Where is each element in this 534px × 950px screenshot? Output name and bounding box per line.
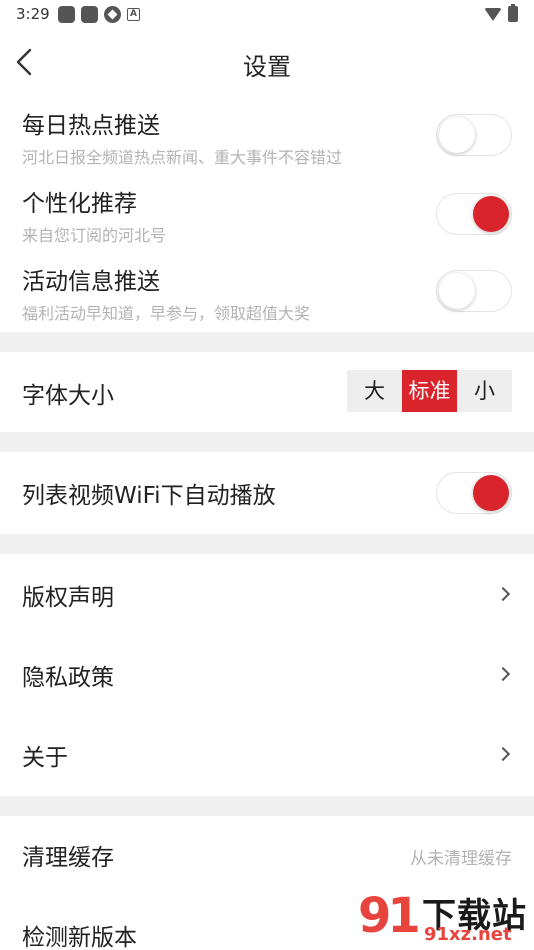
status-bar: 3:29 A <box>0 0 534 30</box>
privacy-policy-title: 隐私政策 <box>22 665 114 691</box>
font-size-option-large[interactable]: 大 <box>347 370 402 412</box>
video-autoplay-row: 列表视频WiFi下自动播放 <box>0 452 534 534</box>
notification-square-icon <box>81 6 98 23</box>
notification-square-icon <box>58 6 75 23</box>
a-box-icon: A <box>127 8 140 21</box>
about-title: 关于 <box>22 745 68 771</box>
push-daily-hot-row: 每日热点推送 河北日报全频道热点新闻、重大事件不容错过 <box>0 100 534 174</box>
check-update-title: 检测新版本 <box>22 925 137 950</box>
toggle-knob <box>473 475 509 511</box>
personalized-recommend-title: 个性化推荐 <box>22 191 137 217</box>
push-daily-hot-title: 每日热点推送 <box>22 113 160 139</box>
cache-status: 从未清理缓存 <box>410 849 512 869</box>
personalized-recommend-subtitle: 来自您订阅的河北号 <box>22 226 167 245</box>
video-autoplay-toggle[interactable] <box>436 472 512 514</box>
watermark-91-mark: 91 <box>358 888 421 944</box>
font-size-title: 字体大小 <box>22 383 114 409</box>
push-daily-hot-toggle[interactable] <box>436 114 512 156</box>
watermark-url: 91xz.net <box>424 924 512 945</box>
clear-cache-title: 清理缓存 <box>22 845 114 871</box>
section-divider <box>0 534 534 554</box>
nav-bar: 设置 <box>0 30 534 94</box>
font-size-row: 字体大小 大 标准 小 <box>0 352 534 432</box>
activity-push-row: 活动信息推送 福利活动早知道，早参与，领取超值大奖 <box>0 256 534 330</box>
section-divider <box>0 796 534 816</box>
activity-push-subtitle: 福利活动早知道，早参与，领取超值大奖 <box>22 304 311 323</box>
video-autoplay-title: 列表视频WiFi下自动播放 <box>22 483 276 509</box>
toggle-knob <box>473 196 509 232</box>
about-row[interactable]: 关于 <box>0 714 534 794</box>
privacy-policy-row[interactable]: 隐私政策 <box>0 634 534 714</box>
clear-cache-row[interactable]: 清理缓存 从未清理缓存 <box>0 816 534 894</box>
pinwheel-icon <box>104 6 121 23</box>
chevron-right-icon <box>495 586 511 602</box>
wifi-icon <box>484 7 502 21</box>
section-divider <box>0 332 534 352</box>
font-size-selector: 大 标准 小 <box>347 370 512 412</box>
activity-push-toggle[interactable] <box>436 270 512 312</box>
watermark-logo: 91 下载站 91xz.net <box>354 888 534 950</box>
page-title: 设置 <box>243 53 291 81</box>
font-size-option-small[interactable]: 小 <box>457 370 512 412</box>
status-icons-left: A <box>58 6 140 23</box>
push-daily-hot-subtitle: 河北日报全频道热点新闻、重大事件不容错过 <box>22 148 343 167</box>
toggle-knob <box>439 117 475 153</box>
section-divider <box>0 432 534 452</box>
copyright-title: 版权声明 <box>22 585 114 611</box>
personalized-recommend-toggle[interactable] <box>436 193 512 235</box>
battery-charging-icon <box>508 4 518 22</box>
toggle-knob <box>439 273 475 309</box>
status-icons-right <box>484 4 518 22</box>
status-time: 3:29 <box>16 5 50 23</box>
personalized-recommend-row: 个性化推荐 来自您订阅的河北号 <box>0 178 534 252</box>
chevron-right-icon <box>495 666 511 682</box>
activity-push-title: 活动信息推送 <box>22 269 160 295</box>
chevron-right-icon <box>495 746 511 762</box>
font-size-option-standard[interactable]: 标准 <box>402 370 457 412</box>
copyright-row[interactable]: 版权声明 <box>0 554 534 634</box>
